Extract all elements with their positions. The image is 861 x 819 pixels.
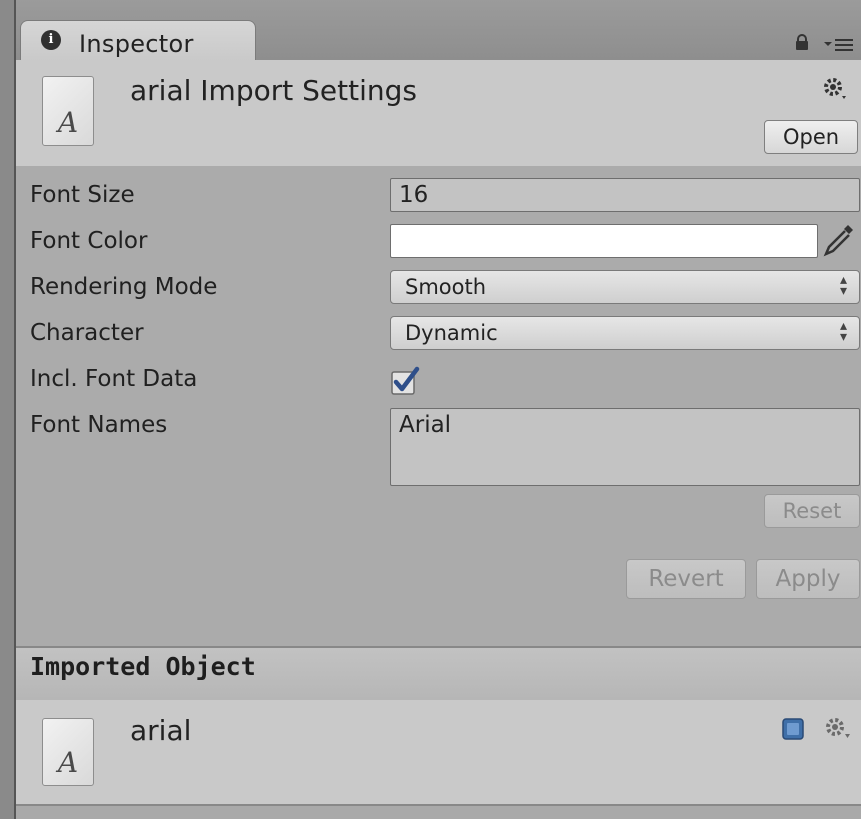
- rendering-mode-dropdown[interactable]: Smooth ▴ ▾: [390, 270, 860, 304]
- reset-button[interactable]: Reset: [764, 494, 860, 528]
- font-asset-icon: A: [42, 76, 94, 146]
- imported-object-title: Imported Object: [30, 652, 256, 681]
- menu-icon[interactable]: [824, 36, 854, 52]
- apply-button[interactable]: Apply: [756, 559, 860, 599]
- dropdown-arrows-icon: ▴ ▾: [839, 272, 847, 299]
- tab-bar: i Inspector: [16, 0, 861, 64]
- imported-object-name: arial: [130, 714, 192, 747]
- open-button[interactable]: Open: [764, 120, 858, 154]
- font-size-label: Font Size: [30, 182, 135, 208]
- font-names-field[interactable]: Arial: [390, 408, 860, 486]
- font-color-field[interactable]: [390, 224, 818, 258]
- eyedropper-icon[interactable]: [822, 222, 856, 258]
- font-names-label: Font Names: [30, 412, 168, 438]
- import-settings: Font Size 16 Font Color Rendering Mode S…: [16, 166, 861, 646]
- character-dropdown[interactable]: Dynamic ▴ ▾: [390, 316, 860, 350]
- inspector-window: i Inspector A arial Import Settings Open…: [14, 0, 861, 819]
- page-title: arial Import Settings: [130, 74, 417, 107]
- rendering-mode-label: Rendering Mode: [30, 274, 218, 300]
- character-label: Character: [30, 320, 144, 346]
- dropdown-arrows-icon: ▴ ▾: [839, 318, 847, 345]
- character-value: Dynamic: [405, 321, 498, 345]
- imported-object-panel: A arial: [16, 700, 861, 806]
- lock-icon[interactable]: [794, 34, 810, 50]
- gear-icon[interactable]: [824, 716, 854, 742]
- panel-footer: [16, 806, 861, 819]
- tab-label: Inspector: [79, 30, 194, 58]
- incl-font-data-checkbox[interactable]: [390, 366, 420, 396]
- font-color-label: Font Color: [30, 228, 148, 254]
- font-size-field[interactable]: 16: [390, 178, 860, 212]
- help-book-icon[interactable]: [782, 718, 804, 740]
- asset-header: A arial Import Settings Open: [16, 60, 861, 168]
- font-asset-icon: A: [42, 718, 94, 786]
- imported-object-header[interactable]: Imported Object: [16, 646, 861, 702]
- gear-icon[interactable]: [822, 76, 850, 104]
- incl-font-data-label: Incl. Font Data: [30, 366, 198, 392]
- info-icon: i: [41, 30, 61, 50]
- rendering-mode-value: Smooth: [405, 275, 487, 299]
- tab-inspector[interactable]: i Inspector: [20, 20, 256, 64]
- revert-button[interactable]: Revert: [626, 559, 746, 599]
